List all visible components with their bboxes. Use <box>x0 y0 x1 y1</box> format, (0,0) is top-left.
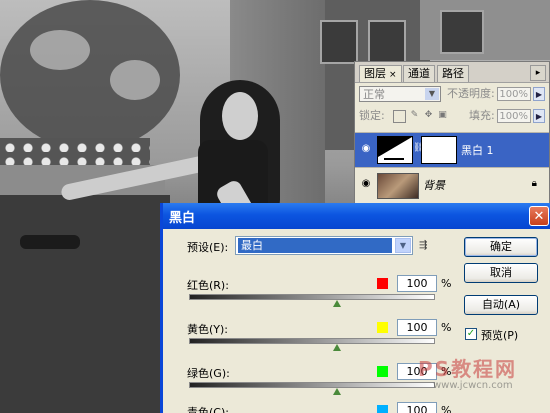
preset-value: 最白 <box>238 238 392 253</box>
tab-paths[interactable]: 路径 <box>437 65 469 82</box>
tab-channels[interactable]: 通道 <box>403 65 435 82</box>
red-label: 红色(R): <box>187 279 229 292</box>
tab-label: 图层 <box>364 67 386 80</box>
layers-panel: 图层 × 通道 路径 ▸ 正常 ▼ 不透明度: 100% ▶ 锁定: ✎ ✥ ▣ … <box>354 61 550 205</box>
ok-button[interactable]: 确定 <box>464 237 538 257</box>
person-face <box>222 92 258 140</box>
layer-row-black-white[interactable]: ◉ ⛓ 黑白 1 <box>355 132 549 167</box>
auto-button[interactable]: 自动(A) <box>464 295 538 315</box>
close-button[interactable]: ✕ <box>529 206 549 226</box>
close-icon[interactable]: × <box>389 70 397 80</box>
lock-move-icon[interactable]: ✥ <box>423 110 434 121</box>
green-label: 绿色(G): <box>187 367 230 380</box>
fill-label: 填充: <box>469 109 495 122</box>
chevron-down-icon[interactable]: ▼ <box>395 238 411 253</box>
dialog-titlebar[interactable]: 黑白 ✕ <box>163 203 550 229</box>
red-value-input[interactable]: 100 <box>397 275 437 292</box>
cancel-button[interactable]: 取消 <box>464 263 538 283</box>
layer-name: 背景 <box>423 179 445 192</box>
yellow-slider-track[interactable] <box>189 338 435 344</box>
cyan-swatch <box>377 405 388 413</box>
red-slider-handle[interactable] <box>333 300 341 307</box>
blend-row: 正常 ▼ 不透明度: 100% ▶ <box>359 86 545 104</box>
yellow-unit: % <box>441 321 452 334</box>
tree-leaves <box>110 60 160 100</box>
adjustment-thumbnail <box>377 136 413 164</box>
lock-icon: 🔒︎ <box>531 178 537 189</box>
green-swatch <box>377 366 388 377</box>
red-unit: % <box>441 277 452 290</box>
blend-mode-value: 正常 <box>363 88 385 101</box>
watermark-url: www.jcwcn.com <box>433 380 513 391</box>
green-slider-track[interactable] <box>189 382 435 388</box>
window <box>320 20 358 64</box>
eye-icon[interactable]: ◉ <box>359 143 373 155</box>
bench <box>0 195 170 413</box>
layer-thumbnail <box>377 173 419 199</box>
lock-transparency-icon[interactable] <box>393 110 406 123</box>
fill-input[interactable]: 100% <box>497 109 531 123</box>
yellow-value-input[interactable]: 100 <box>397 319 437 336</box>
mask-thumbnail[interactable] <box>421 136 457 164</box>
yellow-swatch <box>377 322 388 333</box>
yellow-label: 黄色(Y): <box>187 323 229 336</box>
flower-bed <box>0 138 150 168</box>
cyan-label: 青色(C): <box>187 406 229 413</box>
panel-tabs: 图层 × 通道 路径 ▸ <box>355 62 549 83</box>
lock-row: 锁定: ✎ ✥ ▣ 填充: 100% ▶ <box>359 108 545 126</box>
watermark: PS教程网 <box>418 357 518 381</box>
preset-label: 预设(E): <box>187 241 229 254</box>
cyan-value-input[interactable]: 100 <box>397 402 437 413</box>
black-white-dialog: 黑白 ✕ 预设(E): 最白 ▼ ⇶ 红色(R): 100 % 黄色(Y): 1… <box>160 203 550 413</box>
opacity-input[interactable]: 100% <box>497 87 531 101</box>
tab-layers[interactable]: 图层 × <box>359 65 402 82</box>
lock-all-icon[interactable]: ▣ <box>437 110 448 121</box>
bench-arm <box>20 235 80 249</box>
green-slider-handle[interactable] <box>333 388 341 395</box>
preset-select[interactable]: 最白 ▼ <box>235 236 413 255</box>
chevron-down-icon: ▼ <box>425 88 439 100</box>
tab-label: 通道 <box>408 67 430 80</box>
fill-arrow-icon[interactable]: ▶ <box>533 109 545 123</box>
window <box>368 20 406 64</box>
red-swatch <box>377 278 388 289</box>
blend-mode-select[interactable]: 正常 ▼ <box>359 86 441 102</box>
window <box>440 10 484 54</box>
eye-icon[interactable]: ◉ <box>359 178 373 190</box>
preset-options-icon[interactable]: ⇶ <box>419 240 427 251</box>
panel-menu-icon[interactable]: ▸ <box>530 65 546 81</box>
opacity-arrow-icon[interactable]: ▶ <box>533 87 545 101</box>
dialog-title: 黑白 <box>169 211 196 226</box>
cyan-unit: % <box>441 404 452 413</box>
preview-checkbox[interactable]: ✓ <box>465 328 477 340</box>
lock-label: 锁定: <box>359 109 385 122</box>
tree-leaves <box>30 30 90 70</box>
lock-brush-icon[interactable]: ✎ <box>409 110 420 121</box>
preview-label: 预览(P) <box>481 329 519 342</box>
layer-row-background[interactable]: ◉ 背景 🔒︎ <box>355 167 549 202</box>
tab-label: 路径 <box>442 67 464 80</box>
red-slider-track[interactable] <box>189 294 435 300</box>
layer-name: 黑白 1 <box>461 144 494 157</box>
yellow-slider-handle[interactable] <box>333 344 341 351</box>
opacity-label: 不透明度: <box>447 87 495 100</box>
